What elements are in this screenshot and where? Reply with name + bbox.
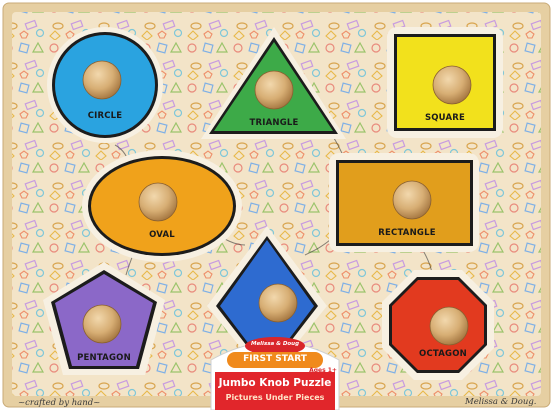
pentagon-label: PENTAGON	[77, 353, 131, 363]
crafted-by-hand-text: ~crafted by hand~	[18, 398, 101, 408]
circle-label: CIRCLE	[87, 111, 123, 121]
oval-label: OVAL	[149, 230, 175, 240]
badge-series: FIRST START	[243, 354, 307, 364]
octagon-label: OCTAGON	[419, 349, 467, 359]
badge-brand: Melissa & Doug	[250, 341, 300, 347]
oval-knob	[138, 182, 178, 222]
octagon-knob	[429, 306, 469, 346]
triangle-knob	[254, 70, 294, 110]
circle-knob	[82, 60, 122, 100]
badge-title: Jumbo Knob Puzzle	[218, 377, 332, 389]
square-label: SQUARE	[424, 113, 466, 123]
product-badge: Melissa & Doug FIRST START Ages 1+ Jumbo…	[205, 330, 345, 411]
brand-signature: Melissa & Doug.	[465, 397, 537, 407]
triangle-label: TRIANGLE	[249, 118, 299, 128]
badge-age: Ages 1+	[309, 367, 337, 374]
square-knob	[432, 65, 472, 105]
diamond-knob	[258, 283, 298, 323]
rectangle-label: RECTANGLE	[378, 228, 436, 238]
rectangle-knob	[392, 180, 432, 220]
badge-subtitle: Pictures Under Pieces	[225, 393, 325, 402]
pentagon-knob	[82, 304, 122, 344]
